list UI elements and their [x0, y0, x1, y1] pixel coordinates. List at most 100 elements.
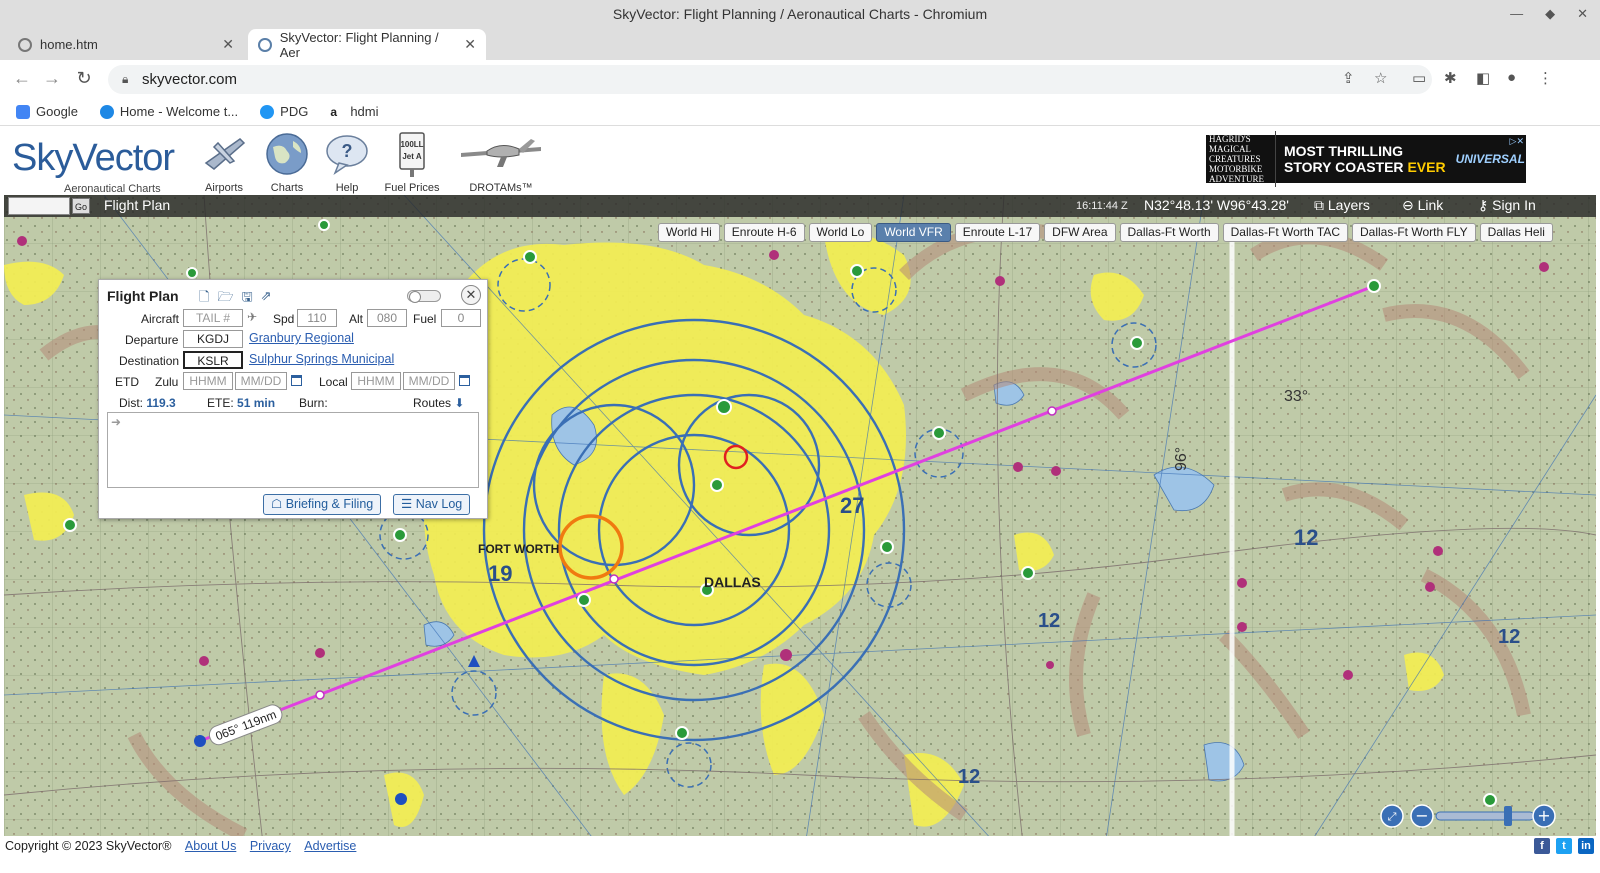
advertise-link[interactable]: Advertise	[304, 839, 356, 853]
facebook-icon[interactable]: f	[1534, 838, 1550, 854]
chart-tab-world-hi[interactable]: World Hi	[658, 223, 720, 242]
chart-tab-world-lo[interactable]: World Lo	[808, 223, 873, 242]
sign-in-button[interactable]: ⚷ Sign In	[1478, 197, 1536, 214]
tab-skyvector[interactable]: SkyVector: Flight Planning / Aer ✕	[248, 29, 486, 60]
bookmark-hdmi[interactable]: a hdmi	[330, 104, 379, 119]
calendar-icon[interactable]	[459, 375, 470, 386]
globe-icon	[99, 104, 114, 119]
bookmark-home[interactable]: Home - Welcome t...	[99, 104, 238, 119]
go-button[interactable]: Go	[72, 198, 90, 214]
nav-fuel-prices[interactable]: 100LL Jet A Fuel Prices	[382, 131, 442, 194]
bookmark-star-icon[interactable]: ☆	[1374, 69, 1387, 87]
zulu-time-input[interactable]: HHMM	[183, 372, 233, 390]
destination-airport-link[interactable]: Sulphur Springs Municipal	[249, 352, 394, 366]
forward-icon[interactable]: →	[40, 68, 64, 89]
ad-line-2: STORY COASTER	[1284, 159, 1408, 175]
departure-airport-link[interactable]: Granbury Regional	[249, 331, 354, 345]
advertisement-banner[interactable]: HAGRID'S MAGICAL CREATURES MOTORBIKE ADV…	[1206, 131, 1526, 187]
zoom-slider[interactable]: ⤢ − +	[1380, 803, 1556, 829]
menu-kebab-icon[interactable]: ⋮	[1538, 69, 1553, 87]
profile-icon[interactable]: ●	[1507, 69, 1516, 86]
google-icon	[16, 104, 30, 119]
nav-help[interactable]: ? Help	[322, 131, 372, 194]
fuel-input[interactable]: 0	[441, 309, 481, 327]
tab-home[interactable]: home.htm ✕	[8, 29, 244, 60]
sidepanel-icon[interactable]: ◧	[1476, 69, 1490, 87]
url-field[interactable]: 🔒︎ skyvector.com	[108, 65, 1432, 94]
linkedin-icon[interactable]: in	[1578, 838, 1594, 854]
departure-input[interactable]: KGDJ	[183, 330, 243, 348]
svg-text:⤢: ⤢	[1388, 810, 1397, 823]
share-icon[interactable]: ⇗	[261, 288, 272, 310]
new-document-icon[interactable]: 🗋︎	[199, 288, 209, 310]
panel-toggle[interactable]	[407, 290, 441, 303]
close-tab-icon[interactable]: ✕	[222, 36, 234, 53]
save-icon[interactable]: 🖫︎	[242, 288, 253, 310]
destination-input[interactable]: KSLR	[183, 351, 243, 369]
departure-marker[interactable]	[194, 735, 206, 747]
about-us-link[interactable]: About Us	[185, 839, 236, 853]
logo-text: SkyVector	[12, 137, 175, 179]
sectional-chart-map[interactable]: 065° 119nm 19 12 12 12 12 27 33° 96° DAL…	[4, 195, 1596, 853]
close-tab-icon[interactable]: ✕	[464, 36, 476, 53]
local-date-input[interactable]: MM/DD	[403, 372, 455, 390]
ete-readout: ETE: 51 min	[207, 396, 275, 410]
close-panel-button[interactable]: ✕	[461, 285, 481, 305]
close-icon: ✕	[465, 287, 477, 302]
zulu-time: 16:11:44 Z	[1076, 200, 1128, 212]
link-button[interactable]: ⊖ Link	[1402, 197, 1443, 214]
calendar-icon[interactable]	[291, 375, 302, 386]
chart-tab-enroute-l-17[interactable]: Enroute L-17	[954, 223, 1041, 242]
bookmark-google[interactable]: Google	[16, 104, 78, 119]
nav-charts[interactable]: Charts	[262, 131, 312, 194]
reload-icon[interactable]: ↻	[72, 68, 96, 89]
skyvector-logo[interactable]: SkyVector Aeronautical Charts	[12, 137, 175, 195]
share-icon[interactable]: ⇪	[1342, 69, 1355, 87]
extensions-icon[interactable]: ✱	[1444, 69, 1457, 87]
layers-button[interactable]: ⧉ Layers	[1314, 197, 1370, 214]
nav-log-button[interactable]: ☰ Nav Log	[393, 494, 471, 515]
nav-label: Fuel Prices	[384, 182, 440, 194]
cast-icon[interactable]: ▭	[1412, 69, 1426, 87]
aircraft-input[interactable]: TAIL #	[183, 309, 243, 327]
zulu-date-input[interactable]: MM/DD	[235, 372, 287, 390]
chart-tab-dallas-heli[interactable]: Dallas Heli	[1479, 223, 1553, 242]
flight-plan-title: Flight Plan	[107, 288, 179, 304]
globe-icon	[260, 104, 275, 119]
chart-tab-dallas-ft-worth-tac[interactable]: Dallas-Ft Worth TAC	[1222, 223, 1348, 242]
mef-number: 12	[1038, 610, 1060, 632]
logo-subtitle: Aeronautical Charts	[64, 183, 161, 195]
local-time-input[interactable]: HHMM	[351, 372, 401, 390]
twitter-icon[interactable]: t	[1556, 838, 1572, 854]
aircraft-picker-icon[interactable]: ✈	[247, 310, 257, 324]
close-icon[interactable]: ✕	[1577, 0, 1588, 28]
lock-icon[interactable]: 🔒︎	[122, 65, 128, 94]
navaid-marker[interactable]	[395, 793, 407, 805]
altitude-input[interactable]: 080	[367, 309, 407, 327]
briefing-filing-button[interactable]: ☖ Briefing & Filing	[263, 494, 382, 515]
open-folder-icon[interactable]: 🗁︎	[217, 288, 233, 310]
key-icon: ⚷	[1478, 197, 1489, 213]
chart-tab-enroute-h-6[interactable]: Enroute H-6	[723, 223, 805, 242]
zulu-label: Zulu	[155, 375, 179, 389]
departure-label: Departure	[125, 333, 179, 347]
bookmark-pdg[interactable]: PDG	[260, 104, 308, 119]
ad-choices-icon[interactable]: ▷✕	[1510, 136, 1524, 147]
routes-button[interactable]: Routes ⬇	[413, 396, 464, 410]
nav-log-label: Nav Log	[415, 497, 463, 511]
speed-input[interactable]: 110	[297, 309, 337, 327]
chart-tab-dallas-ft-worth-fly[interactable]: Dallas-Ft Worth FLY	[1352, 223, 1476, 242]
restore-icon[interactable]: ◆	[1545, 0, 1555, 28]
chart-tab-dallas-ft-worth[interactable]: Dallas-Ft Worth	[1119, 223, 1219, 242]
skyvector-favicon-icon	[258, 37, 272, 52]
route-text-area[interactable]: ➜	[107, 412, 479, 488]
privacy-link[interactable]: Privacy	[250, 839, 291, 853]
airport-search-input[interactable]	[8, 197, 70, 215]
minimize-icon[interactable]: —	[1510, 0, 1523, 28]
chart-tab-world-vfr[interactable]: World VFR	[876, 223, 951, 242]
nav-drotams[interactable]: DROTAMs™	[456, 131, 546, 194]
flight-plan-link[interactable]: Flight Plan	[104, 197, 170, 213]
chart-tab-dfw-area[interactable]: DFW Area	[1044, 223, 1116, 242]
back-icon[interactable]: ←	[10, 68, 34, 89]
nav-airports[interactable]: Airports	[196, 131, 252, 194]
